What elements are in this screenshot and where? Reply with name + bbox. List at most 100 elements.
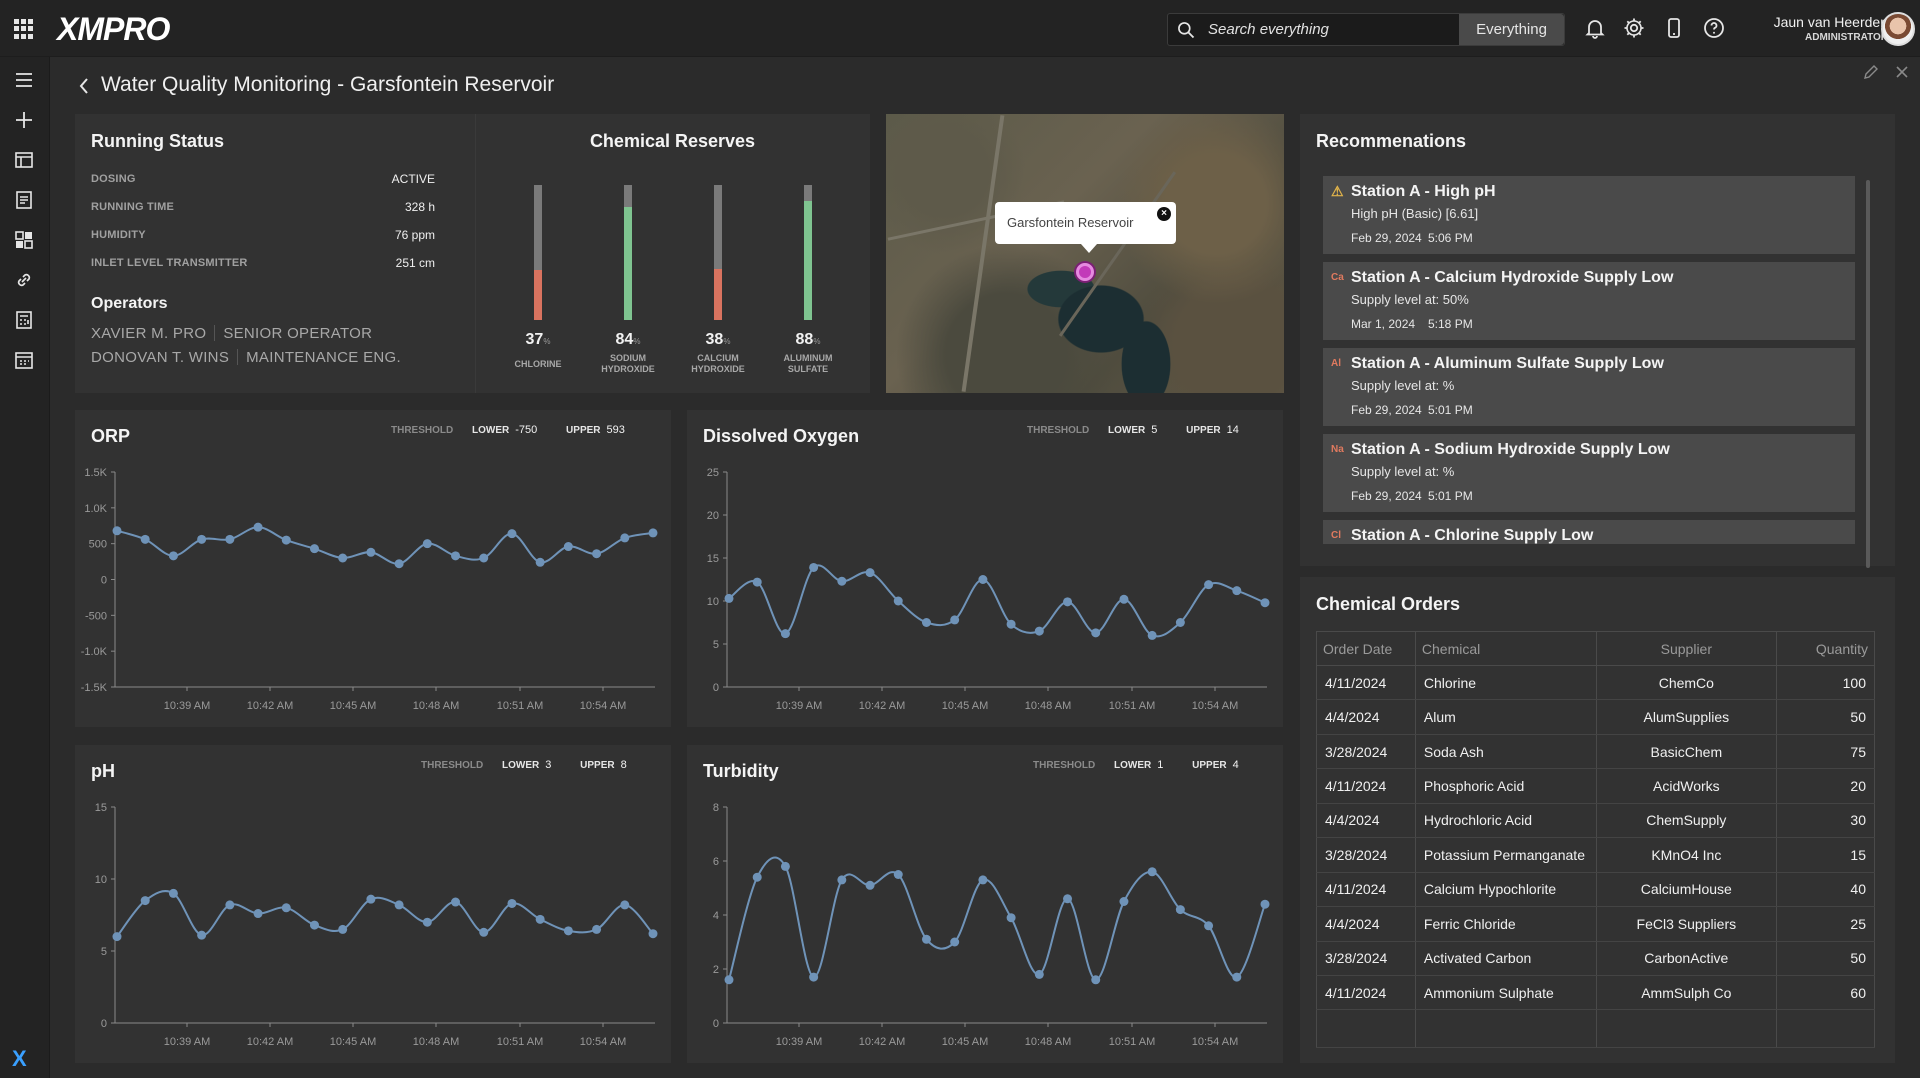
table-header-row: Order Date Chemical Supplier Quantity [1316, 631, 1875, 666]
column-header[interactable]: Chemical [1414, 631, 1597, 666]
y-tick-label: 0 [713, 1018, 719, 1030]
orders-table: Order Date Chemical Supplier Quantity 4/… [1316, 631, 1875, 1048]
ph-chart[interactable]: 0 5 10 15 10:39 AM 10:42 AM 10:45 AM 10:48 AM 10… [75, 745, 671, 1063]
table-row[interactable]: 3/28/2024 Potassium Permanganate KMnO4 Inc… [1316, 837, 1875, 873]
order-date-cell: 3/28/2024 [1316, 837, 1416, 873]
status-value: 76 ppm [394, 228, 435, 242]
recommendation-item[interactable]: Al Station A - Aluminum Sulfate Supply L… [1323, 348, 1855, 426]
reserve-label-line2: SULFATE [787, 364, 829, 374]
status-row: HUMIDITY 76 ppm [91, 225, 451, 245]
link-icon[interactable] [13, 269, 35, 291]
order-date-cell: 4/11/2024 [1316, 665, 1416, 701]
table-row[interactable]: 3/28/2024 Activated Carbon CarbonActive 50 [1316, 941, 1875, 976]
reserve-bar-fill [624, 206, 632, 320]
data-point [752, 577, 762, 587]
y-tick-label: -1.5K [81, 682, 108, 694]
recommendation-item[interactable]: Ca Station A - Calcium Hydroxide Supply … [1323, 262, 1855, 340]
data-point [1119, 594, 1129, 604]
mobile-icon[interactable] [1662, 16, 1686, 40]
back-arrow-icon[interactable] [77, 76, 91, 96]
orp-chart[interactable]: -1.5K -1.0K -500 0 500 1.0K 1.5K 10:39 AM 10:42 … [75, 410, 671, 727]
data-point [592, 924, 602, 934]
orders-title: Chemical Orders [1316, 594, 1461, 614]
recommendation-item[interactable]: Na Station A - Sodium Hydroxide Supply L… [1323, 434, 1855, 512]
close-icon[interactable] [1893, 63, 1911, 81]
table-row[interactable]: 4/11/2024 Phosphoric Acid AcidWorks 20 [1316, 768, 1875, 804]
data-point [1175, 905, 1185, 915]
data-point [140, 896, 150, 906]
recommendations-list[interactable]: ⚠ Station A - High pH High pH (Basic) [6… [1323, 176, 1855, 544]
operator-name: DONOVAN T. WINS [91, 349, 230, 366]
data-point [366, 547, 376, 557]
data-point [1034, 626, 1044, 636]
status-key: DOSING [91, 173, 136, 185]
quantity-cell: 15 [1776, 837, 1875, 873]
turbidity-chart[interactable]: 0 2 4 6 8 10:39 AM 10:42 AM 10:45 AM 10:48 AM 10:… [687, 745, 1283, 1063]
y-tick-label: 0 [101, 1018, 107, 1030]
recommendation-item[interactable]: Cl Station A - Chlorine Supply Low [1323, 520, 1855, 544]
search-scope-dropdown[interactable]: Everything [1459, 14, 1564, 45]
column-header[interactable]: Quantity [1776, 631, 1875, 666]
gear-icon[interactable] [1622, 16, 1646, 40]
report-icon[interactable] [13, 189, 35, 211]
status-value: ACTIVE [391, 172, 435, 186]
table-row[interactable]: 4/11/2024 Ammonium Sulphate AmmSulph Co 60 [1316, 975, 1875, 1011]
popup-close-icon[interactable]: × [1157, 207, 1171, 221]
data-point [1091, 975, 1101, 985]
widgets-icon[interactable] [13, 229, 35, 251]
column-header[interactable]: Supplier [1595, 631, 1778, 666]
data-point [281, 903, 291, 913]
edit-icon[interactable] [1862, 63, 1880, 81]
reserve-calcium-hydroxide: 38% CALCIUM HYDROXIDE [672, 0, 764, 374]
rec-time: 5:18 PM [1428, 317, 1473, 331]
reserve-bar-track [714, 185, 722, 320]
y-tick-label: 8 [713, 802, 719, 814]
recommendations-scrollbar[interactable] [1866, 180, 1870, 568]
data-point [1006, 913, 1016, 923]
table-row[interactable]: 4/4/2024 Ferric Chloride FeCl3 Suppliers 25 [1316, 906, 1875, 942]
rec-date: Feb 29, 2024 [1351, 489, 1422, 503]
app-grid-icon[interactable] [14, 19, 34, 39]
x-tick-label: 10:39 AM [164, 700, 210, 712]
search-input[interactable] [1208, 14, 1456, 45]
column-header[interactable]: Order Date [1316, 631, 1416, 666]
avatar[interactable] [1881, 12, 1915, 46]
reserve-label: CHLORINE [514, 359, 562, 369]
data-point [1119, 897, 1129, 906]
map-location-popup[interactable]: Garsfontein Reservoir × [995, 202, 1176, 253]
quantity-cell: 60 [1776, 975, 1875, 1011]
table-row[interactable]: 4/11/2024 Calcium Hypochlorite CalciumHous… [1316, 872, 1875, 908]
order-date-cell: 3/28/2024 [1316, 734, 1416, 770]
recommendation-item[interactable]: ⚠ Station A - High pH High pH (Basic) [6… [1323, 176, 1855, 254]
status-row: DOSING ACTIVE [91, 169, 451, 189]
y-tick-label: 10 [707, 596, 719, 608]
calculator-icon[interactable] [13, 309, 35, 331]
user-name[interactable]: Jaun van Heerden [1696, 14, 1888, 30]
y-tick-label: 1.5K [84, 467, 107, 479]
map-popup-label: Garsfontein Reservoir [1007, 215, 1134, 230]
search-icon[interactable] [1176, 20, 1196, 40]
menu-icon[interactable] [13, 69, 35, 91]
calendar-icon[interactable] [13, 349, 35, 371]
dashboard-icon[interactable] [13, 149, 35, 171]
data-point [1034, 969, 1044, 979]
table-row[interactable]: 4/11/2024 Chlorine ChemCo 100 [1316, 665, 1875, 701]
data-point [338, 924, 348, 934]
table-row[interactable]: 4/4/2024 Alum AlumSupplies 50 [1316, 699, 1875, 735]
x-tick-label: 10:54 AM [580, 1036, 626, 1048]
add-icon[interactable] [13, 109, 35, 131]
data-point [1204, 580, 1214, 590]
supplier-cell: ChemSupply [1595, 803, 1778, 839]
data-point [366, 894, 376, 904]
reservoir-map[interactable]: Garsfontein Reservoir × [886, 114, 1284, 393]
dissolved-oxygen-chart[interactable]: 0 5 10 15 20 25 10:39 AM 10:42 AM 10:45 AM 10:48 … [687, 410, 1283, 727]
data-point [112, 932, 122, 942]
data-point [225, 900, 235, 910]
bell-icon[interactable] [1583, 16, 1607, 40]
map-pin-icon[interactable] [1076, 263, 1094, 281]
x-tick-label: 10:45 AM [942, 1036, 988, 1048]
table-row[interactable]: 4/4/2024 Hydrochloric Acid ChemSupply 30 [1316, 803, 1875, 839]
data-point [1063, 597, 1073, 607]
table-row[interactable]: 3/28/2024 Soda Ash BasicChem 75 [1316, 734, 1875, 770]
rec-title: Station A - Sodium Hydroxide Supply Low [1351, 441, 1670, 458]
